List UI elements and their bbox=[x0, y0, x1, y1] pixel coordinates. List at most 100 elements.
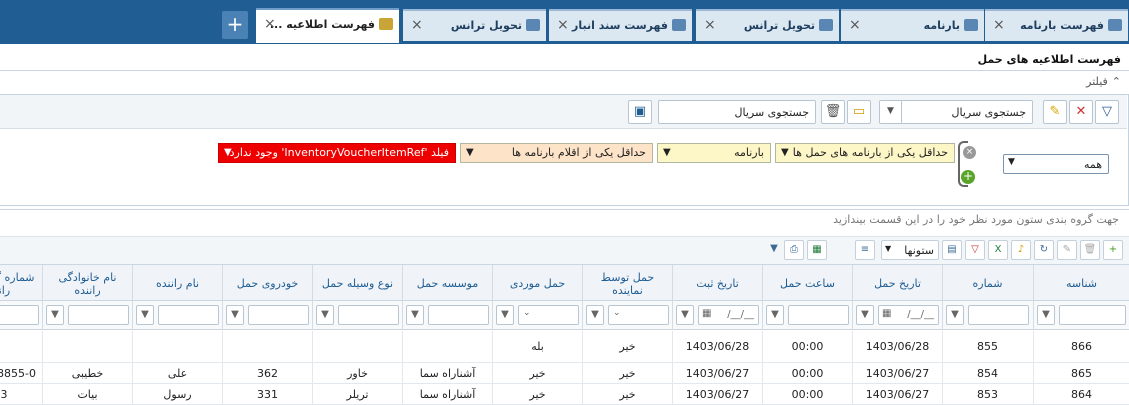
column-filter-input[interactable]: __/__/ ▦ bbox=[698, 305, 759, 325]
filter-icon[interactable]: ▼ bbox=[496, 305, 514, 325]
calendar-icon[interactable]: ▦ bbox=[882, 308, 891, 319]
remove-condition-icon[interactable]: × bbox=[963, 146, 976, 159]
add-row-icon[interactable]: + bbox=[1103, 240, 1123, 260]
column-filter-input[interactable] bbox=[248, 305, 309, 325]
condition-3[interactable]: حداقل یکی از اقلام بارنامه ها ▼ bbox=[460, 143, 653, 163]
chevron-down-icon: ▼ bbox=[224, 147, 232, 158]
filter-icon[interactable]: ▼ bbox=[136, 305, 154, 325]
edit-icon[interactable]: ✎ bbox=[1057, 240, 1077, 260]
table-cell: 1403/06/27 bbox=[672, 384, 762, 404]
column-filter-input[interactable]: ⌄ bbox=[608, 305, 669, 325]
column-filter-input[interactable]: ⌄ bbox=[518, 305, 579, 325]
save-icon[interactable]: ▣ bbox=[628, 100, 652, 124]
close-icon[interactable]: × bbox=[849, 17, 861, 33]
table-cell: خطیبی bbox=[42, 363, 132, 383]
column-filter-input[interactable] bbox=[338, 305, 399, 325]
table-row[interactable]: 866 855 1403/06/28 00:00 1403/06/28 خیر بله bbox=[0, 331, 1129, 363]
chevron-down-icon[interactable]: ▼ bbox=[767, 240, 781, 260]
filter-header[interactable]: ⌃فیلتر bbox=[1086, 75, 1121, 88]
group-by-hint: جهت گروه بندی ستون مورد نظر خود را در ای… bbox=[833, 213, 1119, 226]
table-cell: 113 bbox=[0, 384, 42, 404]
tab[interactable]: بارنامه × bbox=[841, 9, 984, 41]
column-filter-input[interactable] bbox=[158, 305, 219, 325]
clear-filter-icon[interactable]: ▽ bbox=[965, 240, 985, 260]
column-header[interactable]: ساعت حمل bbox=[762, 265, 852, 302]
tab-active[interactable]: فهرست اطلاعیه ... × bbox=[256, 8, 399, 43]
filter-icon[interactable]: ▽ bbox=[1095, 100, 1119, 124]
condition-1[interactable]: حداقل یکی از بارنامه های حمل ها ▼ bbox=[775, 143, 955, 163]
table-cell bbox=[222, 331, 312, 362]
filter-icon[interactable]: ▼ bbox=[946, 305, 964, 325]
column-filter-input[interactable] bbox=[68, 305, 129, 325]
trash-icon[interactable]: 🗑 bbox=[821, 100, 845, 124]
filter-icon[interactable]: ▼ bbox=[766, 305, 784, 325]
bell-icon[interactable]: ♪ bbox=[1011, 240, 1031, 260]
filter-icon[interactable]: ▼ bbox=[406, 305, 424, 325]
clear-filter-icon[interactable]: ✕ bbox=[1069, 100, 1093, 124]
excel-icon[interactable]: X bbox=[988, 240, 1008, 260]
column-filter: ▼ bbox=[0, 301, 42, 330]
close-icon[interactable]: × bbox=[557, 17, 569, 33]
delete-icon[interactable]: 🗑 bbox=[1080, 240, 1100, 260]
column-header[interactable]: حمل موردی bbox=[492, 265, 582, 302]
condition-4[interactable]: فیلد 'InventoryVoucherItemRef' وجود ندار… bbox=[218, 143, 456, 163]
add-tab-button[interactable]: + bbox=[222, 11, 248, 39]
column-header[interactable]: شماره bbox=[942, 265, 1032, 302]
column-header[interactable]: حمل توسط نماینده bbox=[582, 265, 672, 302]
table-row[interactable]: 865 854 1403/06/27 00:00 1403/06/27 خیر خیر آشن… bbox=[0, 363, 1129, 384]
refresh-icon[interactable]: ↻ bbox=[1034, 240, 1054, 260]
filter-icon[interactable]: ▼ bbox=[316, 305, 334, 325]
tab-label: بارنامه bbox=[923, 19, 960, 32]
add-condition-icon[interactable]: + bbox=[961, 170, 975, 184]
close-icon[interactable]: × bbox=[704, 17, 716, 33]
column-header[interactable]: تاریخ ثبت bbox=[672, 265, 762, 302]
columns-combo[interactable]: ستونها ▼ bbox=[881, 240, 939, 260]
filter-icon[interactable]: ▼ bbox=[46, 305, 64, 325]
column-header[interactable]: شناسه bbox=[1033, 265, 1129, 302]
filter-icon[interactable]: ▼ bbox=[586, 305, 604, 325]
condition-text: حداقل یکی از بارنامه های حمل ها bbox=[792, 146, 948, 159]
broom-icon[interactable]: ✎ bbox=[1043, 100, 1067, 124]
filter-icon[interactable]: ▼ bbox=[676, 305, 694, 325]
filter-label: فیلتر bbox=[1086, 75, 1108, 88]
search-input-value: جستجوی سریال bbox=[734, 106, 809, 119]
layout-icon[interactable]: ▤ bbox=[942, 240, 962, 260]
column-filter-input[interactable] bbox=[1059, 305, 1126, 325]
column-header[interactable]: شماره گواهینامه راننده bbox=[0, 265, 42, 302]
close-icon[interactable]: × bbox=[264, 16, 276, 32]
column-header[interactable]: خودروی حمل bbox=[222, 265, 312, 302]
tab[interactable]: فهرست سند انبار × bbox=[549, 9, 692, 41]
document-icon bbox=[672, 19, 686, 31]
tab[interactable]: فهرست بارنامه × bbox=[985, 9, 1128, 41]
tab[interactable]: تحویل ترانس × bbox=[403, 9, 546, 41]
date-placeholder: __/__/ bbox=[907, 309, 934, 320]
search-combo[interactable]: جستجوی سریال ▼ bbox=[879, 100, 1033, 124]
search-input[interactable]: جستجوی سریال bbox=[658, 100, 816, 124]
export-excel-icon[interactable]: ▦ bbox=[807, 240, 827, 260]
column-header[interactable]: تاریخ حمل bbox=[852, 265, 942, 302]
filter-icon[interactable]: ▼ bbox=[226, 305, 244, 325]
column-filter-input[interactable] bbox=[428, 305, 489, 325]
column-header[interactable]: نام خانوادگی راننده bbox=[42, 265, 132, 302]
folder-open-icon[interactable]: ▭ bbox=[847, 100, 871, 124]
column-filter-input[interactable] bbox=[968, 305, 1029, 325]
column-filter-input[interactable]: __/__/ ▦ bbox=[878, 305, 939, 325]
columns-label: ستونها bbox=[904, 244, 934, 257]
column-header[interactable]: نوع وسیله حمل bbox=[312, 265, 402, 302]
close-icon[interactable]: × bbox=[411, 17, 423, 33]
tab[interactable]: تحویل ترانس × bbox=[696, 9, 839, 41]
table-row[interactable]: 864 853 1403/06/27 00:00 1403/06/27 خیر خیر آشن… bbox=[0, 384, 1129, 405]
filter-icon[interactable]: ▼ bbox=[856, 305, 874, 325]
column-header[interactable]: نام راننده bbox=[132, 265, 222, 302]
list-icon[interactable]: ≡ bbox=[855, 240, 875, 260]
column-header[interactable]: موسسه حمل bbox=[402, 265, 492, 302]
scope-combo[interactable]: همه ▼ bbox=[1003, 154, 1109, 174]
table-cell: خیر bbox=[582, 363, 672, 383]
column-filter-input[interactable] bbox=[0, 305, 39, 325]
close-icon[interactable]: × bbox=[993, 17, 1005, 33]
column-filter-input[interactable] bbox=[788, 305, 849, 325]
filter-icon[interactable]: ▼ bbox=[1037, 305, 1055, 325]
print-icon[interactable]: ⎙ bbox=[784, 240, 804, 260]
condition-2[interactable]: بارنامه ▼ bbox=[657, 143, 771, 163]
calendar-icon[interactable]: ▦ bbox=[702, 308, 711, 319]
